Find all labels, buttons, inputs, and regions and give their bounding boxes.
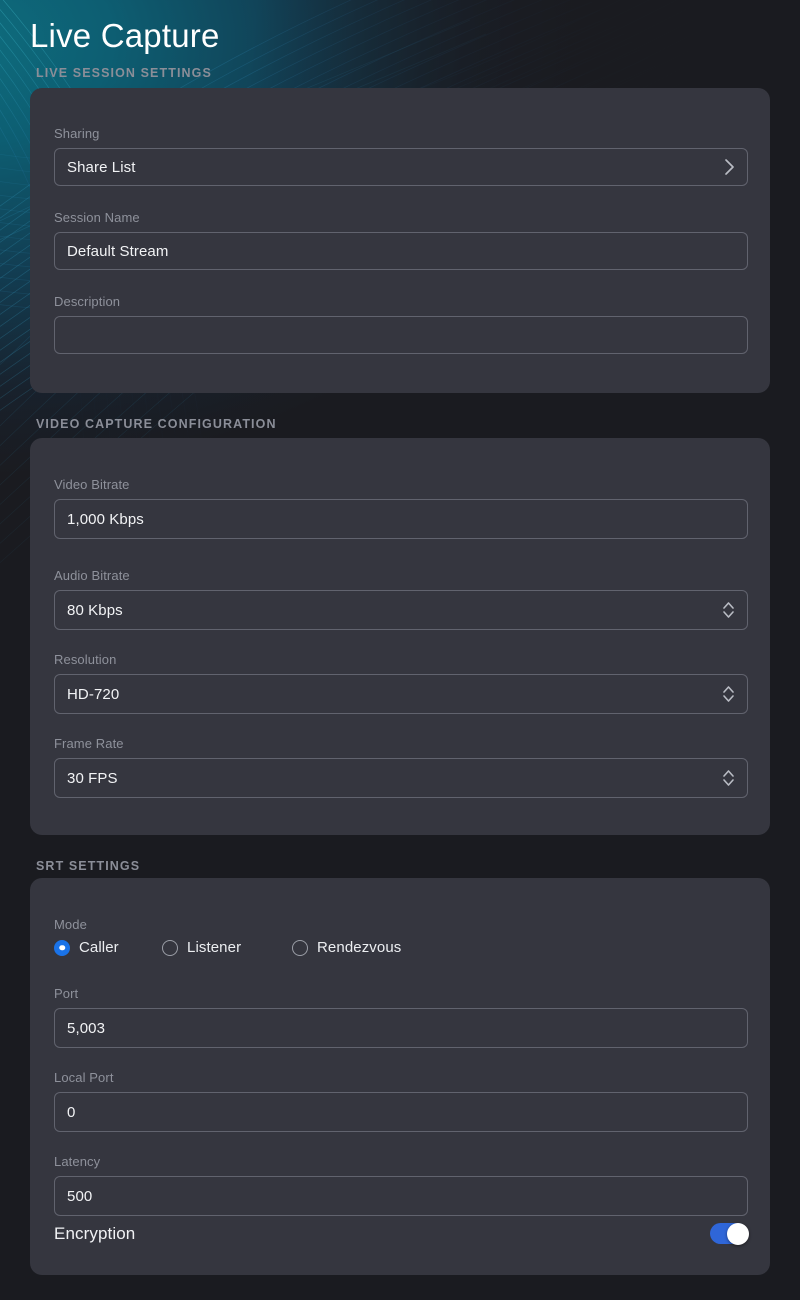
frame-rate-stepper[interactable]: 30 FPS (54, 758, 748, 798)
chevron-up-down-icon[interactable] (721, 767, 736, 789)
settings-scroll-area[interactable]: LIVE SESSION SETTINGS Sharing Share List… (0, 0, 800, 1300)
radio-indicator-rendezvous[interactable] (292, 940, 308, 956)
live-capture-screen: Live Capture LIVE SESSION SETTINGS Shari… (0, 0, 800, 1300)
field-session-name: Session Name Default Stream (54, 209, 748, 270)
encryption-row[interactable]: Encryption (54, 1223, 748, 1244)
field-latency: Latency 500 (54, 1153, 748, 1216)
session-name-value: Default Stream (67, 243, 735, 260)
radio-indicator-caller[interactable] (54, 940, 70, 956)
field-label-sharing: Sharing (54, 125, 748, 143)
description-input[interactable] (54, 316, 748, 354)
section-header-srt-settings: SRT SETTINGS (36, 857, 140, 875)
encryption-toggle[interactable] (710, 1223, 748, 1244)
radio-label-rendezvous: Rendezvous (317, 939, 401, 956)
panel-live-session-settings: Sharing Share List Session Name Default … (30, 88, 770, 393)
field-port: Port 5,003 (54, 985, 748, 1048)
field-label-session-name: Session Name (54, 209, 748, 227)
latency-value: 500 (67, 1188, 735, 1205)
field-video-bitrate: Video Bitrate 1,000 Kbps (54, 476, 748, 539)
field-local-port: Local Port 0 (54, 1069, 748, 1132)
chevron-up-down-icon[interactable] (721, 599, 736, 621)
field-audio-bitrate: Audio Bitrate 80 Kbps (54, 567, 748, 630)
field-mode-label: Mode (54, 916, 748, 939)
port-value: 5,003 (67, 1020, 735, 1037)
chevron-right-icon[interactable] (723, 157, 736, 177)
session-name-input[interactable]: Default Stream (54, 232, 748, 270)
audio-bitrate-stepper[interactable]: 80 Kbps (54, 590, 748, 630)
audio-bitrate-value: 80 Kbps (67, 602, 735, 619)
radio-indicator-listener[interactable] (162, 940, 178, 956)
page-title: Live Capture (30, 14, 800, 58)
radio-option-listener[interactable]: Listener (162, 939, 292, 956)
encryption-label: Encryption (54, 1224, 135, 1244)
section-header-live-session-settings: LIVE SESSION SETTINGS (36, 64, 212, 82)
page-header: Live Capture (0, 0, 800, 58)
video-bitrate-input[interactable]: 1,000 Kbps (54, 499, 748, 539)
resolution-value: HD-720 (67, 686, 735, 703)
field-label-port: Port (54, 985, 748, 1003)
chevron-up-down-icon[interactable] (721, 683, 736, 705)
sharing-select[interactable]: Share List (54, 148, 748, 186)
panel-video-capture-configuration: Video Bitrate 1,000 Kbps Audio Bitrate 8… (30, 438, 770, 835)
field-label-mode: Mode (54, 916, 748, 934)
field-frame-rate: Frame Rate 30 FPS (54, 735, 748, 798)
field-resolution: Resolution HD-720 (54, 651, 748, 714)
latency-input[interactable]: 500 (54, 1176, 748, 1216)
resolution-stepper[interactable]: HD-720 (54, 674, 748, 714)
field-label-description: Description (54, 293, 748, 311)
radio-option-caller[interactable]: Caller (54, 939, 162, 956)
radio-label-listener: Listener (187, 939, 241, 956)
frame-rate-value: 30 FPS (67, 770, 735, 787)
mode-radio-group[interactable]: Caller Listener Rendezvous (54, 939, 401, 956)
encryption-toggle-knob (727, 1223, 749, 1245)
field-label-resolution: Resolution (54, 651, 748, 669)
field-label-frame-rate: Frame Rate (54, 735, 748, 753)
video-bitrate-value: 1,000 Kbps (67, 511, 735, 528)
radio-option-rendezvous[interactable]: Rendezvous (292, 939, 401, 956)
radio-label-caller: Caller (79, 939, 119, 956)
local-port-input[interactable]: 0 (54, 1092, 748, 1132)
field-label-audio-bitrate: Audio Bitrate (54, 567, 748, 585)
panel-srt-settings: Mode Caller Listener Rendezvous Port (30, 878, 770, 1275)
field-label-video-bitrate: Video Bitrate (54, 476, 748, 494)
field-sharing: Sharing Share List (54, 125, 748, 186)
sharing-value: Share List (67, 159, 735, 176)
field-description: Description (54, 293, 748, 354)
section-header-video-capture-configuration: VIDEO CAPTURE CONFIGURATION (36, 415, 277, 433)
field-label-latency: Latency (54, 1153, 748, 1171)
port-input[interactable]: 5,003 (54, 1008, 748, 1048)
local-port-value: 0 (67, 1104, 735, 1121)
field-label-local-port: Local Port (54, 1069, 748, 1087)
